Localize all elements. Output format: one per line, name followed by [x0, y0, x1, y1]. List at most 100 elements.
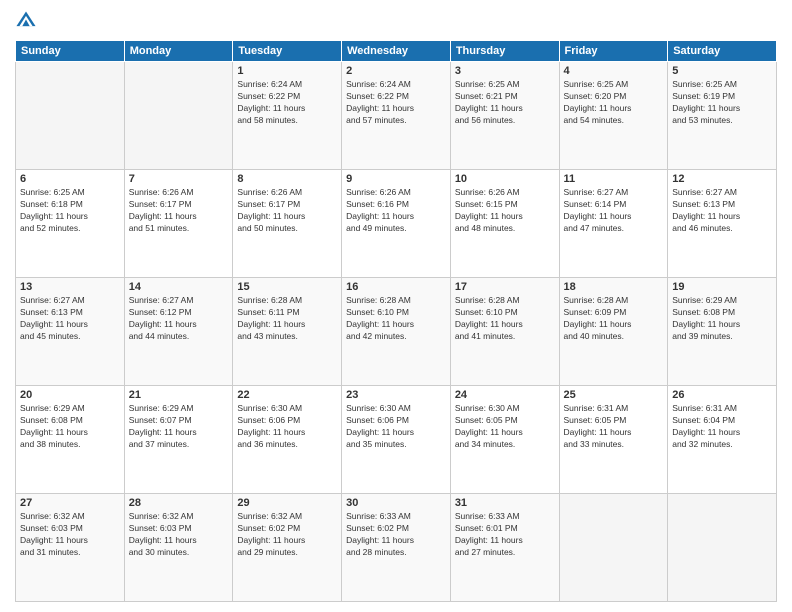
day-number: 2 [346, 65, 446, 77]
calendar-week-3: 20 Sunrise: 6:29 AM Sunset: 6:08 PM Dayli… [16, 386, 777, 494]
calendar-cell [559, 494, 668, 602]
day-number: 22 [237, 389, 337, 401]
day-number: 29 [237, 497, 337, 509]
day-info: Sunrise: 6:33 AM Sunset: 6:02 PM Dayligh… [346, 511, 446, 559]
day-number: 28 [129, 497, 229, 509]
col-header-thursday: Thursday [450, 41, 559, 62]
calendar-cell: 31 Sunrise: 6:33 AM Sunset: 6:01 PM Dayli… [450, 494, 559, 602]
day-info: Sunrise: 6:24 AM Sunset: 6:22 PM Dayligh… [237, 79, 337, 127]
day-number: 27 [20, 497, 120, 509]
calendar-cell: 29 Sunrise: 6:32 AM Sunset: 6:02 PM Dayli… [233, 494, 342, 602]
day-info: Sunrise: 6:30 AM Sunset: 6:06 PM Dayligh… [237, 403, 337, 451]
calendar-cell: 21 Sunrise: 6:29 AM Sunset: 6:07 PM Dayli… [124, 386, 233, 494]
day-number: 7 [129, 173, 229, 185]
col-header-monday: Monday [124, 41, 233, 62]
calendar-cell: 6Sunrise: 6:25 AM Sunset: 6:18 PM Daylig… [16, 170, 125, 278]
day-info: Sunrise: 6:32 AM Sunset: 6:03 PM Dayligh… [129, 511, 229, 559]
col-header-saturday: Saturday [668, 41, 777, 62]
day-number: 15 [237, 281, 337, 293]
calendar-week-1: 6Sunrise: 6:25 AM Sunset: 6:18 PM Daylig… [16, 170, 777, 278]
calendar-cell: 27 Sunrise: 6:32 AM Sunset: 6:03 PM Dayli… [16, 494, 125, 602]
day-info: Sunrise: 6:32 AM Sunset: 6:02 PM Dayligh… [237, 511, 337, 559]
day-number: 1 [237, 65, 337, 77]
calendar-cell: 11Sunrise: 6:27 AM Sunset: 6:14 PM Dayli… [559, 170, 668, 278]
day-info: Sunrise: 6:25 AM Sunset: 6:18 PM Dayligh… [20, 187, 120, 235]
calendar-cell: 28 Sunrise: 6:32 AM Sunset: 6:03 PM Dayli… [124, 494, 233, 602]
calendar-cell: 24 Sunrise: 6:30 AM Sunset: 6:05 PM Dayli… [450, 386, 559, 494]
day-number: 11 [564, 173, 664, 185]
calendar-cell: 9 Sunrise: 6:26 AM Sunset: 6:16 PM Daylig… [342, 170, 451, 278]
day-number: 14 [129, 281, 229, 293]
calendar-cell: 12Sunrise: 6:27 AM Sunset: 6:13 PM Dayli… [668, 170, 777, 278]
calendar-cell: 2 Sunrise: 6:24 AM Sunset: 6:22 PM Daylig… [342, 62, 451, 170]
day-info: Sunrise: 6:29 AM Sunset: 6:08 PM Dayligh… [672, 295, 772, 343]
day-info: Sunrise: 6:28 AM Sunset: 6:11 PM Dayligh… [237, 295, 337, 343]
calendar-week-2: 13Sunrise: 6:27 AM Sunset: 6:13 PM Dayli… [16, 278, 777, 386]
calendar-cell: 22 Sunrise: 6:30 AM Sunset: 6:06 PM Dayli… [233, 386, 342, 494]
calendar-cell [124, 62, 233, 170]
calendar-cell: 20 Sunrise: 6:29 AM Sunset: 6:08 PM Dayli… [16, 386, 125, 494]
logo [15, 10, 41, 32]
col-header-friday: Friday [559, 41, 668, 62]
calendar-cell: 13Sunrise: 6:27 AM Sunset: 6:13 PM Dayli… [16, 278, 125, 386]
header [15, 10, 777, 32]
day-info: Sunrise: 6:32 AM Sunset: 6:03 PM Dayligh… [20, 511, 120, 559]
calendar-cell: 18 Sunrise: 6:28 AM Sunset: 6:09 PM Dayli… [559, 278, 668, 386]
day-info: Sunrise: 6:25 AM Sunset: 6:21 PM Dayligh… [455, 79, 555, 127]
col-header-sunday: Sunday [16, 41, 125, 62]
day-number: 12 [672, 173, 772, 185]
calendar-cell: 15 Sunrise: 6:28 AM Sunset: 6:11 PM Dayli… [233, 278, 342, 386]
calendar-cell: 16Sunrise: 6:28 AM Sunset: 6:10 PM Dayli… [342, 278, 451, 386]
day-number: 23 [346, 389, 446, 401]
calendar-week-0: 1 Sunrise: 6:24 AM Sunset: 6:22 PM Daylig… [16, 62, 777, 170]
logo-icon [15, 10, 37, 32]
day-number: 26 [672, 389, 772, 401]
day-number: 18 [564, 281, 664, 293]
day-number: 31 [455, 497, 555, 509]
calendar-cell: 4Sunrise: 6:25 AM Sunset: 6:20 PM Daylig… [559, 62, 668, 170]
day-number: 30 [346, 497, 446, 509]
day-number: 10 [455, 173, 555, 185]
day-number: 3 [455, 65, 555, 77]
page: SundayMondayTuesdayWednesdayThursdayFrid… [0, 0, 792, 612]
day-number: 5 [672, 65, 772, 77]
day-number: 16 [346, 281, 446, 293]
calendar-cell: 5 Sunrise: 6:25 AM Sunset: 6:19 PM Daylig… [668, 62, 777, 170]
day-number: 9 [346, 173, 446, 185]
day-info: Sunrise: 6:26 AM Sunset: 6:16 PM Dayligh… [346, 187, 446, 235]
calendar-cell: 3 Sunrise: 6:25 AM Sunset: 6:21 PM Daylig… [450, 62, 559, 170]
calendar-cell: 17Sunrise: 6:28 AM Sunset: 6:10 PM Dayli… [450, 278, 559, 386]
calendar-week-4: 27 Sunrise: 6:32 AM Sunset: 6:03 PM Dayli… [16, 494, 777, 602]
day-number: 24 [455, 389, 555, 401]
day-info: Sunrise: 6:25 AM Sunset: 6:20 PM Dayligh… [564, 79, 664, 127]
day-info: Sunrise: 6:29 AM Sunset: 6:08 PM Dayligh… [20, 403, 120, 451]
calendar-cell: 26 Sunrise: 6:31 AM Sunset: 6:04 PM Dayli… [668, 386, 777, 494]
calendar-cell: 23Sunrise: 6:30 AM Sunset: 6:06 PM Dayli… [342, 386, 451, 494]
day-number: 21 [129, 389, 229, 401]
day-number: 20 [20, 389, 120, 401]
calendar-cell: 19 Sunrise: 6:29 AM Sunset: 6:08 PM Dayli… [668, 278, 777, 386]
calendar-cell: 14 Sunrise: 6:27 AM Sunset: 6:12 PM Dayli… [124, 278, 233, 386]
col-header-wednesday: Wednesday [342, 41, 451, 62]
calendar-table: SundayMondayTuesdayWednesdayThursdayFrid… [15, 40, 777, 602]
day-info: Sunrise: 6:27 AM Sunset: 6:13 PM Dayligh… [20, 295, 120, 343]
day-info: Sunrise: 6:28 AM Sunset: 6:10 PM Dayligh… [455, 295, 555, 343]
day-info: Sunrise: 6:30 AM Sunset: 6:05 PM Dayligh… [455, 403, 555, 451]
col-header-tuesday: Tuesday [233, 41, 342, 62]
calendar-cell: 30 Sunrise: 6:33 AM Sunset: 6:02 PM Dayli… [342, 494, 451, 602]
calendar-cell: 8Sunrise: 6:26 AM Sunset: 6:17 PM Daylig… [233, 170, 342, 278]
day-info: Sunrise: 6:24 AM Sunset: 6:22 PM Dayligh… [346, 79, 446, 127]
calendar-cell: 10Sunrise: 6:26 AM Sunset: 6:15 PM Dayli… [450, 170, 559, 278]
day-info: Sunrise: 6:33 AM Sunset: 6:01 PM Dayligh… [455, 511, 555, 559]
calendar-cell: 25Sunrise: 6:31 AM Sunset: 6:05 PM Dayli… [559, 386, 668, 494]
day-number: 19 [672, 281, 772, 293]
day-number: 8 [237, 173, 337, 185]
calendar-header-row: SundayMondayTuesdayWednesdayThursdayFrid… [16, 41, 777, 62]
calendar-cell [668, 494, 777, 602]
day-info: Sunrise: 6:26 AM Sunset: 6:17 PM Dayligh… [129, 187, 229, 235]
day-info: Sunrise: 6:25 AM Sunset: 6:19 PM Dayligh… [672, 79, 772, 127]
day-info: Sunrise: 6:31 AM Sunset: 6:04 PM Dayligh… [672, 403, 772, 451]
day-info: Sunrise: 6:27 AM Sunset: 6:12 PM Dayligh… [129, 295, 229, 343]
day-info: Sunrise: 6:28 AM Sunset: 6:09 PM Dayligh… [564, 295, 664, 343]
day-info: Sunrise: 6:29 AM Sunset: 6:07 PM Dayligh… [129, 403, 229, 451]
